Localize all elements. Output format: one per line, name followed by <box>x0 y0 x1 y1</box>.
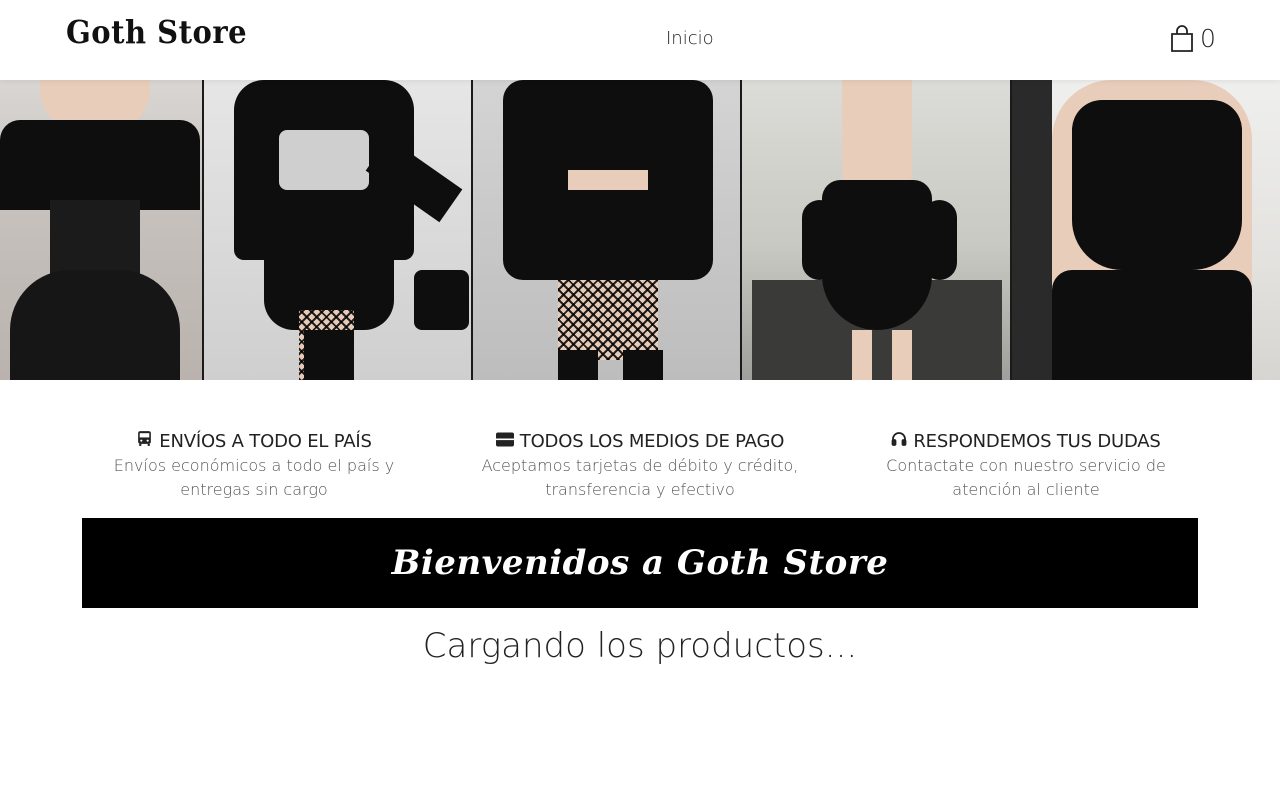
hero-banner <box>0 80 1280 380</box>
hero-image-5 <box>1012 80 1280 380</box>
feature-description: Aceptamos tarjetas de débito y crédito, … <box>481 456 799 499</box>
feature-title: TODOS LOS MEDIOS DE PAGO <box>519 430 785 452</box>
feature-description: Contactate con nuestro servicio de atenc… <box>886 456 1166 499</box>
credit-card-icon <box>495 431 514 452</box>
navbar: Goth Store Inicio 0 <box>0 0 1280 80</box>
feature-payment: TODOS LOS MEDIOS DE PAGO Aceptamos tarje… <box>470 428 810 502</box>
cart-button[interactable]: 0 <box>1170 24 1216 54</box>
feature-support: RESPONDEMOS TUS DUDAS Contactate con nue… <box>862 428 1190 502</box>
feature-description: Envíos económicos a todo el país y entre… <box>113 456 395 499</box>
hero-image-2 <box>204 80 473 380</box>
hero-image-1 <box>0 80 204 380</box>
hero-image-4 <box>742 80 1012 380</box>
feature-title: RESPONDEMOS TUS DUDAS <box>913 430 1161 452</box>
nav-link-inicio[interactable]: Inicio <box>666 28 714 49</box>
shopping-bag-icon <box>1170 25 1194 53</box>
welcome-title: Bienvenidos a Goth Store <box>391 543 889 583</box>
bus-icon <box>136 430 153 452</box>
brand-logo[interactable]: Goth Store <box>66 14 247 51</box>
headphones-icon <box>891 431 907 452</box>
feature-title: ENVÍOS A TODO EL PAÍS <box>159 430 372 452</box>
hero-image-3 <box>473 80 742 380</box>
welcome-banner: Bienvenidos a Goth Store <box>82 518 1198 608</box>
feature-shipping: ENVÍOS A TODO EL PAÍS Envíos económicos … <box>90 428 418 502</box>
loading-products-message: Cargando los productos... <box>422 626 858 666</box>
cart-count: 0 <box>1200 24 1216 53</box>
features-section: ENVÍOS A TODO EL PAÍS Envíos económicos … <box>0 428 1280 508</box>
